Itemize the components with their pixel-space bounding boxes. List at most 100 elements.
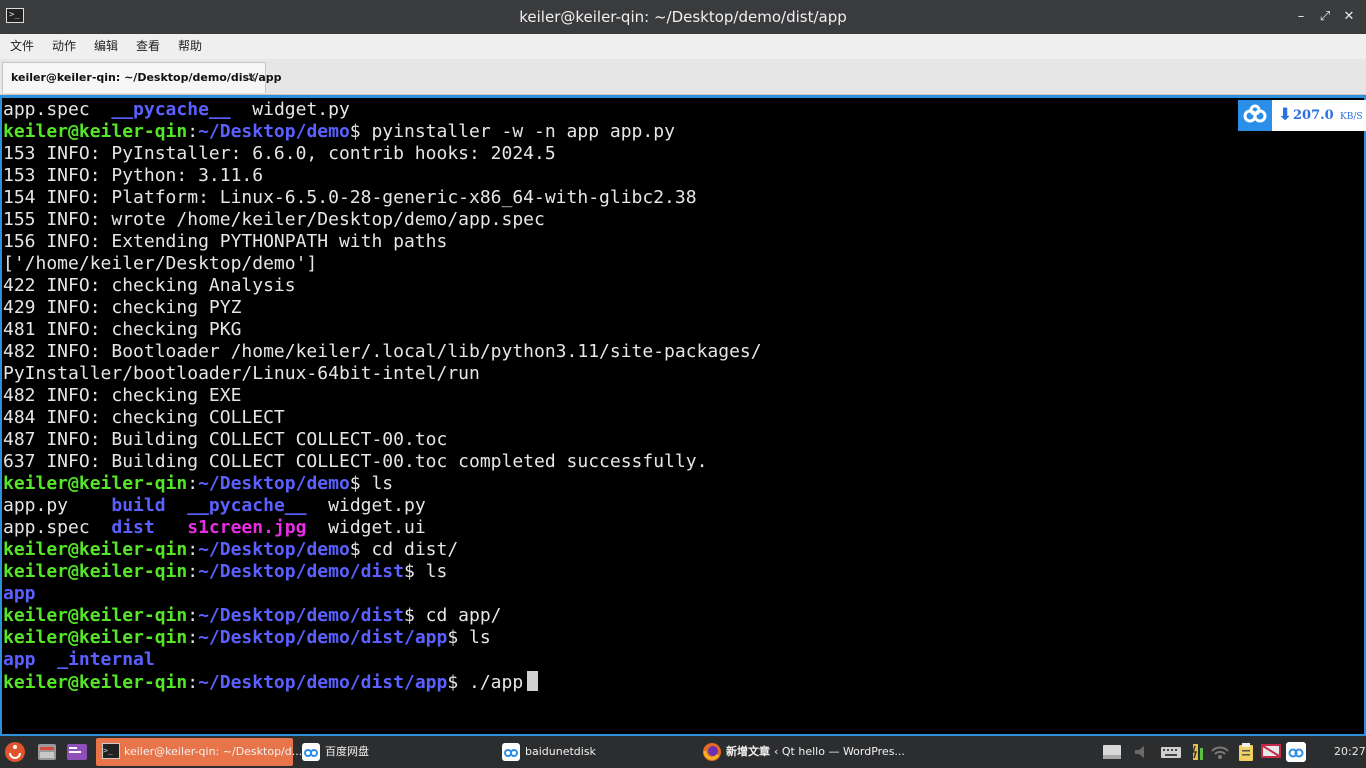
image-file-entry: s1creen.jpg <box>187 517 307 538</box>
prompt-path: ~/Desktop/demo <box>198 473 350 494</box>
firefox-icon <box>702 742 722 766</box>
terminal-text: ['/home/keiler/Desktop/demo'] <box>3 253 318 274</box>
directory-entry: _internal <box>57 649 155 670</box>
download-speed-unit: KB/S <box>1340 112 1363 122</box>
directory-entry: __pycache__ <box>187 495 307 516</box>
window-titlebar[interactable]: >_ keiler@keiler-qin: ~/Desktop/demo/dis… <box>0 0 1366 34</box>
prompt-user: keiler@keiler-qin <box>3 539 188 560</box>
terminal-text: 481 INFO: checking PKG <box>3 319 242 340</box>
prompt-user: keiler@keiler-qin <box>3 121 188 142</box>
start-menu-icon[interactable] <box>4 741 26 763</box>
terminal-text: 429 INFO: checking PYZ <box>3 297 242 318</box>
clipboard-icon[interactable] <box>1236 742 1256 762</box>
task-firefox[interactable]: 新增文章 ‹ Qt hello — WordPres... <box>698 738 905 766</box>
task-label: keiler@keiler-qin: ~/Desktop/d... <box>124 745 303 758</box>
terminal-line: PyInstaller/bootloader/Linux-64bit-intel… <box>3 363 1353 385</box>
app-launcher-icon[interactable] <box>66 741 88 763</box>
keyboard-icon[interactable] <box>1160 742 1182 762</box>
tab-label: keiler@keiler-qin: ~/Desktop/demo/dist/a… <box>11 71 282 84</box>
prompt-path: ~/Desktop/demo/dist/app <box>198 672 448 693</box>
menu-action[interactable]: 动作 <box>52 34 76 59</box>
terminal-text: 487 INFO: Building COLLECT COLLECT-00.to… <box>3 429 448 450</box>
terminal-text: widget.py <box>230 99 350 120</box>
terminal-line: app _internal <box>3 649 1353 671</box>
directory-entry: app <box>3 649 36 670</box>
terminal-line: 154 INFO: Platform: Linux-6.5.0-28-gener… <box>3 187 1353 209</box>
window-title: keiler@keiler-qin: ~/Desktop/demo/dist/a… <box>519 8 847 26</box>
menu-view[interactable]: 查看 <box>136 34 160 59</box>
terminal-line: 155 INFO: wrote /home/keiler/Desktop/dem… <box>3 209 1353 231</box>
task-terminal[interactable]: >_ keiler@keiler-qin: ~/Desktop/d... <box>96 738 302 766</box>
terminal-text: $ pyinstaller -w -n app app.py <box>349 121 675 142</box>
prompt-user: keiler@keiler-qin <box>3 605 188 626</box>
file-manager-icon[interactable] <box>36 741 58 763</box>
terminal-line: 487 INFO: Building COLLECT COLLECT-00.to… <box>3 429 1353 451</box>
wifi-icon[interactable] <box>1210 742 1230 762</box>
terminal-text: 154 INFO: Platform: Linux-6.5.0-28-gener… <box>3 187 697 208</box>
terminal-text: 637 INFO: Building COLLECT COLLECT-00.to… <box>3 451 708 472</box>
terminal-text: 422 INFO: checking Analysis <box>3 275 296 296</box>
tab-close-icon[interactable]: ✕ <box>245 70 259 84</box>
volume-icon[interactable] <box>1132 742 1152 762</box>
prompt-user: keiler@keiler-qin <box>3 672 188 693</box>
terminal-line: 481 INFO: checking PKG <box>3 319 1353 341</box>
menu-help[interactable]: 帮助 <box>178 34 202 59</box>
task-baidu-netdisk[interactable]: 百度网盘 <box>297 738 493 766</box>
tab-bar: keiler@keiler-qin: ~/Desktop/demo/dist/a… <box>0 59 1366 95</box>
terminal-text: : <box>187 605 199 626</box>
terminal-line: keiler@keiler-qin:~/Desktop/demo/dist$ c… <box>3 605 1353 627</box>
terminal-line: 484 INFO: checking COLLECT <box>3 407 1353 429</box>
task-baidunetdisk[interactable]: baidunetdisk <box>497 738 693 766</box>
download-arrow-icon: ⬇ <box>1278 105 1293 125</box>
text-cursor <box>527 671 539 691</box>
prompt-path: ~/Desktop/demo/dist <box>198 605 404 626</box>
terminal-text: $ ./app <box>447 672 524 693</box>
terminal-line: keiler@keiler-qin:~/Desktop/demo$ pyinst… <box>3 121 1353 143</box>
terminal-line: app.py build __pycache__ widget.py <box>3 495 1353 517</box>
minimize-button[interactable]: – <box>1292 8 1310 26</box>
terminal-line: 153 INFO: Python: 3.11.6 <box>3 165 1353 187</box>
terminal-line: app <box>3 583 1353 605</box>
terminal-line: 156 INFO: Extending PYTHONPATH with path… <box>3 231 1353 253</box>
terminal-text: $ ls <box>349 473 394 494</box>
terminal-line: keiler@keiler-qin:~/Desktop/demo/dist/ap… <box>3 627 1353 649</box>
storage-icon[interactable] <box>1102 742 1122 762</box>
display-icon[interactable] <box>1260 742 1282 762</box>
terminal-text: PyInstaller/bootloader/Linux-64bit-intel… <box>3 363 480 384</box>
power-icon[interactable] <box>1188 742 1208 762</box>
tab-terminal[interactable]: keiler@keiler-qin: ~/Desktop/demo/dist/a… <box>2 62 282 93</box>
terminal-text: : <box>187 627 199 648</box>
terminal-output: app.spec __pycache__ widget.py keiler@kei… <box>3 99 1353 693</box>
clock[interactable]: 20:27 <box>1334 736 1366 768</box>
terminal-text: : <box>187 672 199 693</box>
menu-bar: 文件 动作 编辑 查看 帮助 <box>0 34 1366 59</box>
terminal-line: app.spec __pycache__ widget.py <box>3 99 1353 121</box>
baidu-cloud-icon[interactable] <box>1286 742 1306 762</box>
baidu-cloud-icon <box>302 743 320 765</box>
restore-button[interactable]: ⤢ <box>1316 8 1334 26</box>
close-button[interactable]: ✕ <box>1340 8 1358 26</box>
terminal-text: $ cd app/ <box>403 605 502 626</box>
terminal-text: widget.ui <box>306 517 426 538</box>
terminal-text: $ ls <box>447 627 491 648</box>
terminal-text: $ ls <box>403 561 448 582</box>
terminal-text: 482 INFO: Bootloader /home/keiler/.local… <box>3 341 762 362</box>
terminal-text: 156 INFO: Extending PYTHONPATH with path… <box>3 231 448 252</box>
terminal-line: app.spec dist s1creen.jpg widget.ui <box>3 517 1353 539</box>
task-label: baidunetdisk <box>525 745 596 758</box>
terminal-view[interactable]: app.spec __pycache__ widget.py keiler@kei… <box>0 95 1366 736</box>
terminal-text: widget.py <box>306 495 426 516</box>
terminal-line: ['/home/keiler/Desktop/demo'] <box>3 253 1353 275</box>
menu-edit[interactable]: 编辑 <box>94 34 118 59</box>
task-label-bold: 新增文章 <box>726 745 770 758</box>
terminal-text: : <box>187 539 199 560</box>
prompt-user: keiler@keiler-qin <box>3 561 188 582</box>
download-speed-widget[interactable]: ⬇ 207.0 KB/S <box>1238 100 1366 131</box>
terminal-line: keiler@keiler-qin:~/Desktop/demo/dist/ap… <box>3 671 1353 693</box>
directory-entry: build <box>111 495 166 516</box>
menu-file[interactable]: 文件 <box>10 34 34 59</box>
prompt-path: ~/Desktop/demo/dist <box>198 561 404 582</box>
terminal-text: : <box>187 561 199 582</box>
